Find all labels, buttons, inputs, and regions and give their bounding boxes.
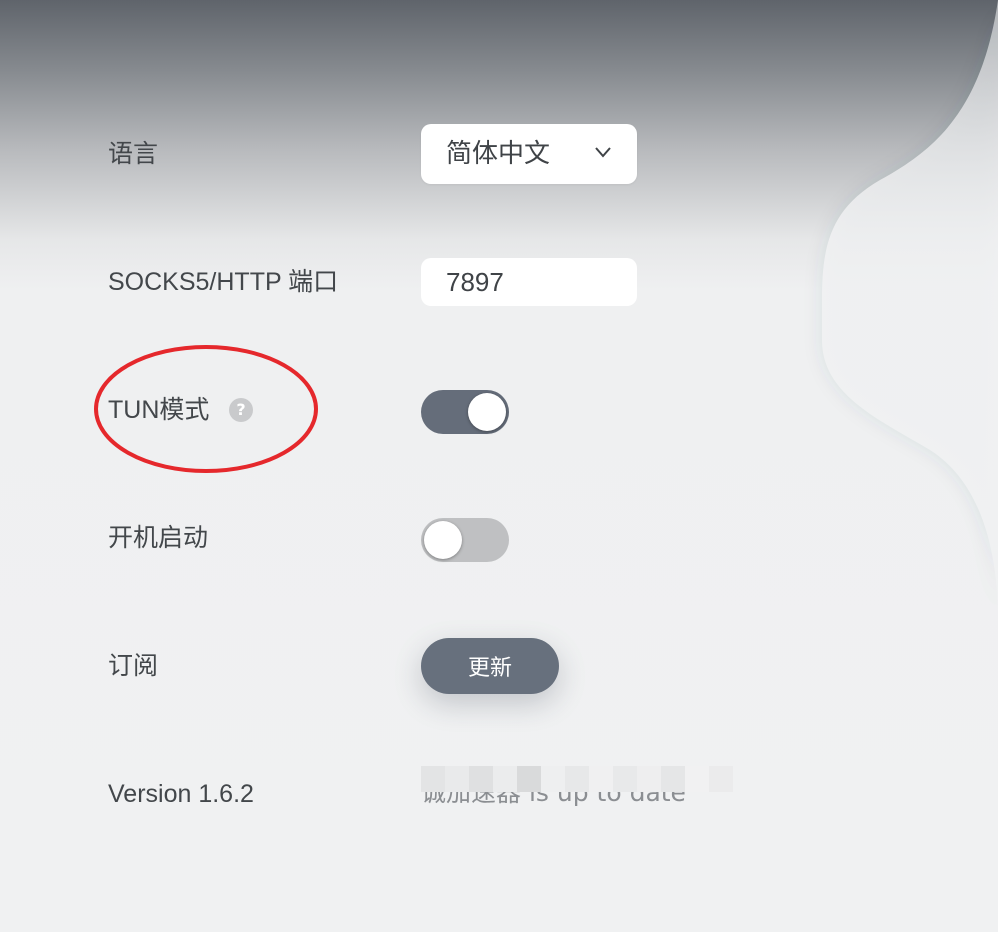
version-label: Version 1.6.2	[108, 780, 254, 808]
tun-toggle-knob	[468, 393, 506, 431]
update-button[interactable]: 更新	[421, 638, 559, 694]
tun-toggle[interactable]	[421, 390, 509, 434]
language-label: 语言	[108, 139, 159, 168]
tun-label: TUN模式	[108, 396, 210, 424]
autostart-toggle[interactable]	[421, 518, 509, 562]
autostart-toggle-knob	[424, 521, 462, 559]
redaction-mosaic	[421, 766, 733, 792]
chevron-down-icon	[595, 147, 611, 158]
autostart-label: 开机启动	[108, 523, 209, 552]
help-icon[interactable]: ?	[229, 398, 253, 422]
language-selected-value: 简体中文	[446, 139, 551, 169]
port-input[interactable]	[421, 258, 637, 306]
subscription-label: 订阅	[108, 651, 159, 680]
port-label: SOCKS5/HTTP 端口	[108, 268, 339, 296]
